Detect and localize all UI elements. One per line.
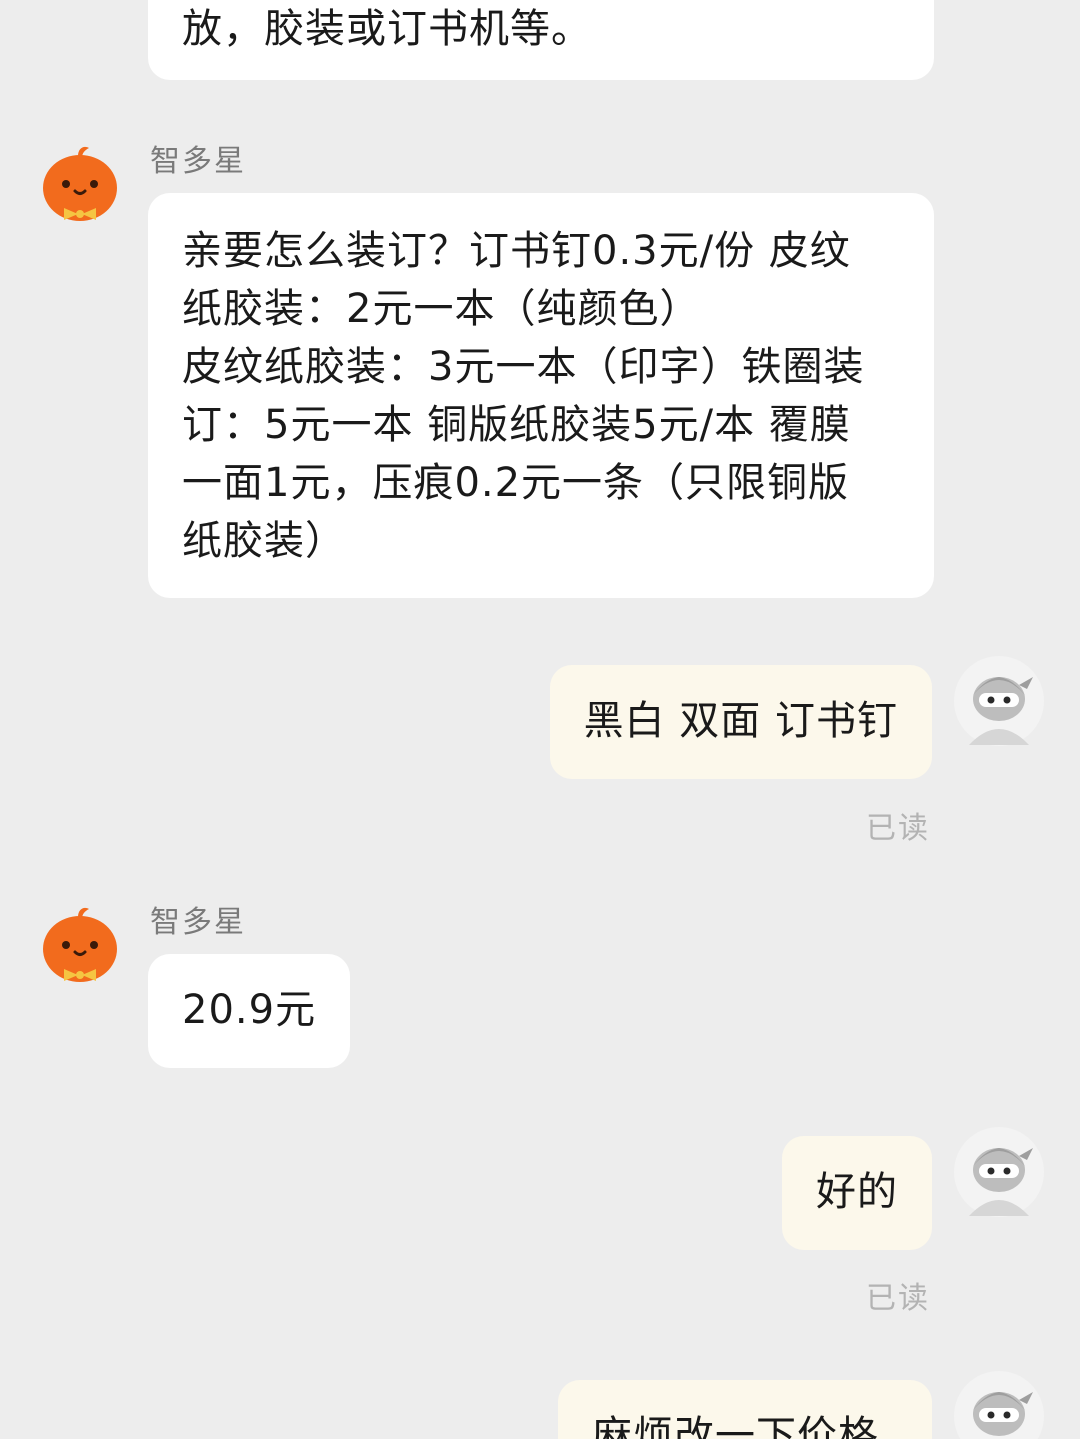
message-bubble-incoming[interactable]: 亲要怎么装订？订书钉0.3元/份 皮纹 纸胶装：2元一本（纯颜色） 皮纹纸胶装：… <box>148 193 934 598</box>
pumpkin-avatar-icon[interactable] <box>34 903 126 995</box>
ninja-avatar-icon[interactable] <box>953 1126 1045 1218</box>
message-bubble-incoming[interactable]: 放，胶装或订书机等。 <box>148 0 934 80</box>
sender-name: 智多星 <box>150 905 246 940</box>
ninja-avatar-icon[interactable] <box>953 1370 1045 1439</box>
sender-name: 智多星 <box>150 144 246 179</box>
pumpkin-avatar-icon[interactable] <box>34 142 126 234</box>
message-bubble-incoming[interactable]: 20.9元 <box>148 954 351 1068</box>
message-text: 麻烦改一下价格 <box>592 1413 879 1439</box>
message-text: 放，胶装或订书机等。 <box>182 6 592 52</box>
message-text: 20.9元 <box>182 987 317 1033</box>
message-text: 黑白 双面 订书钉 <box>583 698 898 744</box>
ninja-avatar-icon[interactable] <box>953 655 1045 747</box>
read-status: 已读 <box>866 811 930 846</box>
message-bubble-outgoing[interactable]: 黑白 双面 订书钉 <box>549 665 932 779</box>
message-bubble-outgoing[interactable]: 麻烦改一下价格 <box>558 1380 932 1439</box>
message-text: 亲要怎么装订？订书钉0.3元/份 皮纹 纸胶装：2元一本（纯颜色） 皮纹纸胶装：… <box>182 228 865 564</box>
message-bubble-outgoing[interactable]: 好的 <box>782 1136 932 1250</box>
read-status: 已读 <box>866 1281 930 1316</box>
message-text: 好的 <box>816 1169 898 1215</box>
chat-message-list[interactable]: 放，胶装或订书机等。 智多星 亲要怎么装订？订书钉0.3元/份 皮纹 纸胶装：2… <box>0 0 1080 1439</box>
